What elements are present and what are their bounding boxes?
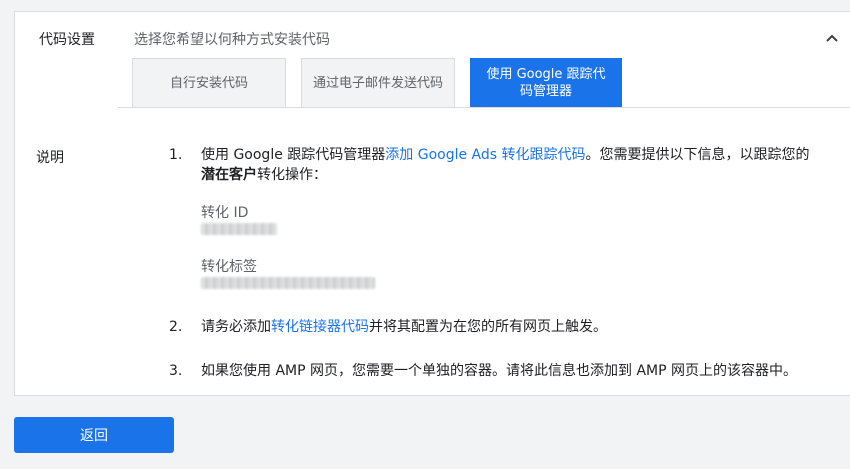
add-conversion-tracking-link[interactable]: 添加 Google Ads 转化跟踪代码: [385, 147, 585, 163]
conversion-linker-link[interactable]: 转化链接器代码: [271, 319, 369, 335]
conversion-label-value: [201, 277, 375, 289]
section-title: 代码设置: [39, 32, 95, 48]
chevron-up-icon[interactable]: [825, 30, 839, 44]
step-text: 请务必添加转化链接器代码并将其配置为在您的所有网页上触发。: [201, 317, 850, 337]
tab-label: 使用 Google 跟踪代码管理器: [486, 67, 606, 99]
description-label: 说明: [36, 150, 64, 166]
step-text-prefix: 使用 Google 跟踪代码管理器: [201, 147, 386, 163]
tab-divider: [118, 107, 850, 108]
step-number: 2.: [169, 319, 183, 335]
step-text: 如果您使用 AMP 网页，您需要一个单独的容器。请将此信息也添加到 AMP 网页…: [201, 363, 797, 379]
step-text-suffix: 。您需要提供以下信息，以跟踪您的: [585, 147, 810, 163]
tab-google-tag-manager[interactable]: 使用 Google 跟踪代码管理器: [470, 58, 622, 107]
tab-label: 通过电子邮件发送代码: [312, 75, 443, 91]
conversion-label-label: 转化标签: [201, 259, 257, 275]
back-button[interactable]: 返回: [14, 417, 174, 453]
tab-email-code[interactable]: 通过电子邮件发送代码: [301, 58, 455, 107]
section-subtitle: 选择您希望以何种方式安装代码: [134, 32, 330, 48]
step-number: 1.: [169, 147, 183, 163]
conversion-id-value: [201, 223, 277, 235]
lead-emphasis: 潜在客户: [201, 167, 257, 183]
tab-label: 自行安装代码: [169, 75, 248, 91]
back-button-label: 返回: [80, 428, 108, 444]
step-text: 使用 Google 跟踪代码管理器添加 Google Ads 转化跟踪代码。您需…: [201, 145, 850, 185]
step-number: 3.: [169, 363, 183, 379]
conversion-id-label: 转化 ID: [201, 205, 249, 221]
install-method-tabs: 自行安装代码 通过电子邮件发送代码 使用 Google 跟踪代码管理器: [132, 58, 850, 107]
step-text-end: 转化操作：: [257, 167, 327, 183]
step-text-prefix: 请务必添加: [201, 319, 271, 335]
step-text-suffix: 并将其配置为在您的所有网页上触发。: [369, 319, 607, 335]
tab-self-install[interactable]: 自行安装代码: [132, 58, 286, 107]
